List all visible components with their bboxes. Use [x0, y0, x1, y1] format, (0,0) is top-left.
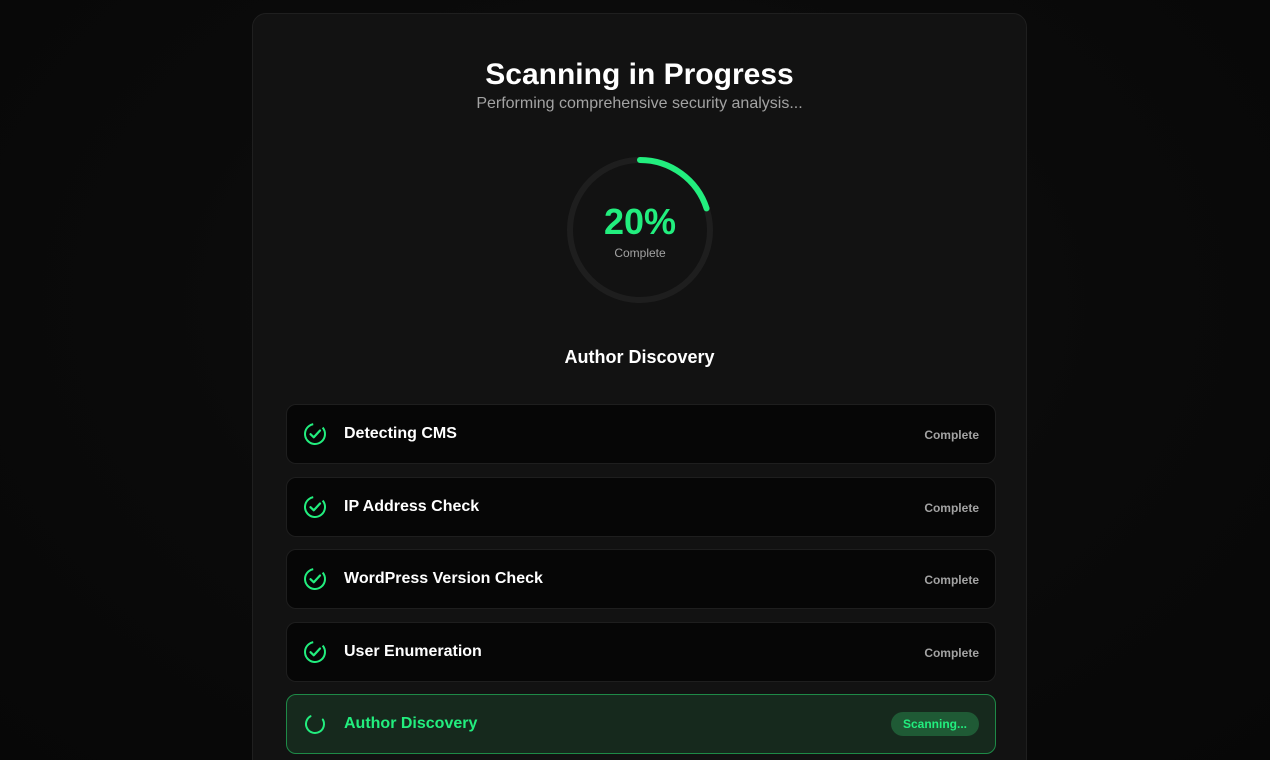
scan-status-badge: Scanning...: [890, 712, 979, 736]
scan-step-label: IP Address Check: [344, 497, 480, 515]
scan-step-label: Author Discovery: [344, 715, 478, 732]
spinner-icon: [303, 712, 327, 736]
scan-step-list: Detecting CMS Complete IP Address Check …: [286, 404, 996, 760]
scan-step-status: Complete: [924, 645, 979, 660]
progress-ring-text: 20% Complete: [565, 155, 715, 305]
scan-step-row: User Enumeration Complete: [286, 621, 996, 682]
scan-step-row: IP Address Check Complete: [286, 476, 996, 537]
page-title: Scanning in Progress: [485, 58, 794, 91]
scan-step-label: User Enumeration: [344, 642, 482, 660]
scan-step-row-active: Author Discovery Scanning...: [286, 694, 996, 754]
scan-step-label: Detecting CMS: [344, 425, 457, 442]
scan-step-label: WordPress Version Check: [344, 570, 543, 587]
scan-step-status: Complete: [924, 573, 979, 587]
scan-progress-card: Scanning in Progress Performing comprehe…: [252, 13, 1027, 760]
scan-step-row: WordPress Version Check Complete: [286, 549, 996, 609]
check-circle-icon: [303, 640, 327, 664]
page-subtitle: Performing comprehensive security analys…: [476, 95, 803, 112]
progress-percent: 20%: [603, 201, 677, 242]
check-circle-icon: [303, 567, 327, 591]
scan-step-row: Detecting CMS Complete: [286, 404, 996, 464]
current-step-title: Author Discovery: [564, 347, 715, 367]
progress-ring: 20% Complete: [565, 155, 715, 305]
scan-step-status: Complete: [924, 500, 979, 515]
scan-step-status: Complete: [924, 428, 979, 442]
check-circle-icon: [303, 495, 327, 519]
check-circle-icon: [303, 422, 327, 446]
progress-label: Complete: [614, 246, 666, 260]
